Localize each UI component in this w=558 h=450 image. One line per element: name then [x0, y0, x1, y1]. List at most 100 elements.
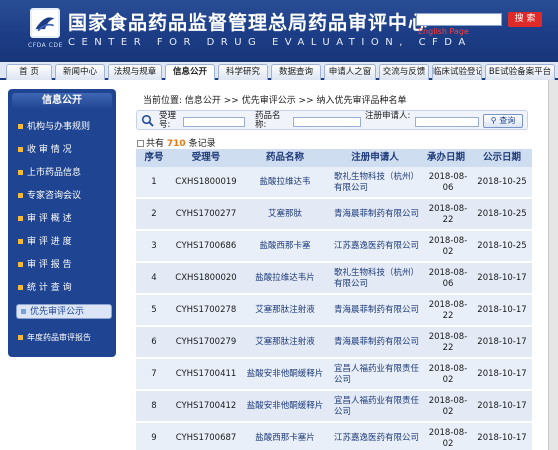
- cell-acceptance-number: CYHS1700277: [175, 209, 237, 219]
- cell-applicant: 歌礼生物科技（杭州）有限公司: [334, 171, 420, 193]
- tab-news[interactable]: 新闻中心: [55, 64, 105, 80]
- table-row[interactable]: 6 CYHS1700279 艾塞那肽注射液 青海晨菲制药有限公司 2018-08-22 2…: [136, 327, 532, 358]
- cell-drug-name[interactable]: 盐酸西那卡塞: [240, 231, 330, 262]
- tab-info-disclosure[interactable]: 信息公开: [165, 64, 215, 80]
- main-nav: 首 页 新闻中心 法规与规章 信息公开 科学研究 数据查询 申请人之窗 交流与反…: [0, 62, 558, 80]
- table-header: 序号 受理号 药品名称 注册申请人 承办日期 公示日期: [136, 149, 532, 167]
- bullet-icon: [21, 309, 26, 314]
- cell-applicant: 江苏嘉逸医药有限公司: [334, 241, 420, 251]
- table-row[interactable]: 8 CYHS1700412 盐酸安非他酮缓释片 宜昌人福药业有限责任公司 2018-08…: [136, 391, 532, 422]
- sidebar-item-reports[interactable]: 审 评 报 告: [18, 258, 112, 273]
- cell-accept-date: 2018-08-06: [428, 171, 468, 193]
- bullet-icon: [18, 335, 23, 340]
- cell-acceptance-number: CYHS1700687: [175, 433, 237, 443]
- tab-regulations[interactable]: 法规与规章: [108, 64, 162, 80]
- cell-applicant: 江苏嘉逸医药有限公司: [334, 433, 420, 443]
- tab-clinical-trial[interactable]: 临床试验登记: [432, 64, 482, 80]
- cell-notice-date: 2018-10-17: [477, 369, 527, 379]
- cell-drug-name[interactable]: 艾塞那肽注射液: [240, 327, 330, 358]
- magnifier-icon: ⚲: [490, 116, 497, 125]
- cell-acceptance-number: CXHS1800020: [175, 273, 237, 283]
- cell-applicant: 宜昌人福药业有限责任公司: [334, 395, 420, 417]
- page-scrollbar[interactable]: [548, 80, 558, 450]
- cell-applicant: 青海晨菲制药有限公司: [334, 337, 420, 347]
- sidebar-item-overview[interactable]: 审 评 概 述: [18, 212, 112, 227]
- cell-accept-date: 2018-08-02: [428, 427, 468, 449]
- applicant-label: 注册申请人:: [365, 111, 411, 121]
- sidebar-item-marketed-drugs[interactable]: 上市药品信息: [18, 166, 112, 181]
- tab-be-trial[interactable]: BE试验备案平台: [485, 64, 555, 80]
- tab-home[interactable]: 首 页: [6, 64, 52, 80]
- cell-notice-date: 2018-10-17: [477, 433, 527, 443]
- sidebar-item-label: 审 评 进 度: [27, 237, 72, 247]
- sidebar-item-priority-review[interactable]: 优先审评公示: [16, 304, 112, 319]
- table-row[interactable]: 4 CXHS1800020 盐酸拉维达韦片 歌礼生物科技（杭州）有限公司 2018-08…: [136, 263, 532, 294]
- cell-drug-name[interactable]: 盐酸拉维达韦片: [240, 263, 330, 294]
- cell-no: 8: [151, 401, 157, 411]
- sidebar-item-label: 机构与办事规则: [27, 122, 91, 132]
- table-row[interactable]: 2 CYHS1700277 艾塞那肽 青海晨菲制药有限公司 2018-08-22 2018…: [136, 199, 532, 230]
- sidebar-item-label: 年度药品审评报告: [27, 333, 91, 342]
- cell-accept-date: 2018-08-02: [428, 235, 468, 257]
- sidebar-item-label: 上市药品信息: [27, 168, 82, 178]
- query-button[interactable]: ⚲ 查询: [483, 114, 523, 128]
- cell-drug-name[interactable]: 艾塞那肽注射液: [240, 295, 330, 326]
- tab-data-query[interactable]: 数据查询: [271, 64, 321, 80]
- cell-no: 7: [151, 369, 157, 379]
- acceptance-number-label: 受理号:: [159, 111, 177, 130]
- table-row[interactable]: 3 CYHS1700686 盐酸西那卡塞 江苏嘉逸医药有限公司 2018-08-02 20…: [136, 231, 532, 262]
- bullet-icon: [18, 216, 23, 221]
- english-page-link[interactable]: English Page: [418, 27, 469, 36]
- cell-acceptance-number: CYHS1700411: [175, 369, 237, 379]
- cell-accept-date: 2018-08-22: [428, 331, 468, 353]
- cell-drug-name[interactable]: 盐酸西那卡塞片: [240, 423, 330, 450]
- sidebar-item-rules[interactable]: 机构与办事规则: [18, 120, 112, 135]
- col-header-acceptance-number: 受理号: [191, 152, 221, 163]
- cell-drug-name[interactable]: 艾塞那肽: [240, 199, 330, 230]
- record-count: 共有 710 条记录: [137, 136, 216, 149]
- checkbox-icon[interactable]: [137, 140, 144, 147]
- bullet-icon: [18, 124, 23, 129]
- cell-no: 4: [151, 273, 157, 283]
- tab-research[interactable]: 科学研究: [218, 64, 268, 80]
- sidebar-item-label: 统 计 查 询: [27, 283, 72, 293]
- cell-drug-name[interactable]: 盐酸安非他酮缓释片: [240, 359, 330, 390]
- cell-notice-date: 2018-10-25: [477, 209, 527, 219]
- acceptance-number-input[interactable]: [183, 117, 245, 127]
- site-search-input[interactable]: [416, 13, 502, 26]
- table-row[interactable]: 7 CYHS1700411 盐酸安非他酮缓释片 宜昌人福药业有限责任公司 2018-08…: [136, 359, 532, 390]
- cell-notice-date: 2018-10-17: [477, 337, 527, 347]
- sidebar-item-acceptance[interactable]: 收 审 情 况: [18, 143, 112, 158]
- cell-acceptance-number: CXHS1800019: [175, 177, 237, 187]
- drug-name-input[interactable]: [293, 117, 361, 127]
- logo-caption: CFDA CDE: [28, 42, 63, 49]
- cell-no: 6: [151, 337, 157, 347]
- sidebar-item-annual-report[interactable]: 年度药品审评报告: [18, 330, 112, 345]
- sidebar-item-label: 专家咨询会议: [27, 191, 82, 201]
- record-count-number: 710: [166, 139, 186, 149]
- bullet-icon: [18, 170, 23, 175]
- cell-drug-name[interactable]: 盐酸安非他酮缓释片: [240, 391, 330, 422]
- cell-drug-name[interactable]: 盐酸拉维达韦: [240, 167, 330, 198]
- filter-bar: 受理号: 药品名称: 注册申请人: ⚲ 查询: [136, 110, 528, 130]
- cell-acceptance-number: CYHS1700279: [175, 337, 237, 347]
- site-search-button[interactable]: 搜 索: [508, 12, 542, 27]
- applicant-input[interactable]: [415, 117, 479, 127]
- table-row[interactable]: 1 CXHS1800019 盐酸拉维达韦 歌礼生物科技（杭州）有限公司 2018-08-…: [136, 167, 532, 198]
- breadcrumb: 当前位置: 信息公开 >> 优先审评公示 >> 纳入优先审评品种名单: [143, 96, 407, 106]
- bullet-icon: [18, 285, 23, 290]
- cell-notice-date: 2018-10-17: [477, 401, 527, 411]
- sidebar-item-statistics[interactable]: 统 计 查 询: [18, 281, 112, 296]
- col-header-notice-date: 公示日期: [482, 152, 521, 163]
- tab-feedback[interactable]: 交流与反馈: [379, 64, 429, 80]
- cfda-logo[interactable]: [30, 8, 60, 38]
- sidebar-item-expert-meeting[interactable]: 专家咨询会议: [18, 189, 112, 204]
- cell-notice-date: 2018-10-17: [477, 305, 527, 315]
- col-header-accept-date: 承办日期: [426, 152, 465, 163]
- table-row[interactable]: 9 CYHS1700687 盐酸西那卡塞片 江苏嘉逸医药有限公司 2018-08-02 2…: [136, 423, 532, 450]
- tab-applicant[interactable]: 申请人之窗: [324, 64, 376, 80]
- sidebar-item-progress[interactable]: 审 评 进 度: [18, 235, 112, 250]
- sidebar-item-label: 收 审 情 况: [27, 145, 72, 155]
- table-row[interactable]: 5 CYHS1700278 艾塞那肽注射液 青海晨菲制药有限公司 2018-08-22 2…: [136, 295, 532, 326]
- sidebar-title: 信息公开: [12, 93, 112, 109]
